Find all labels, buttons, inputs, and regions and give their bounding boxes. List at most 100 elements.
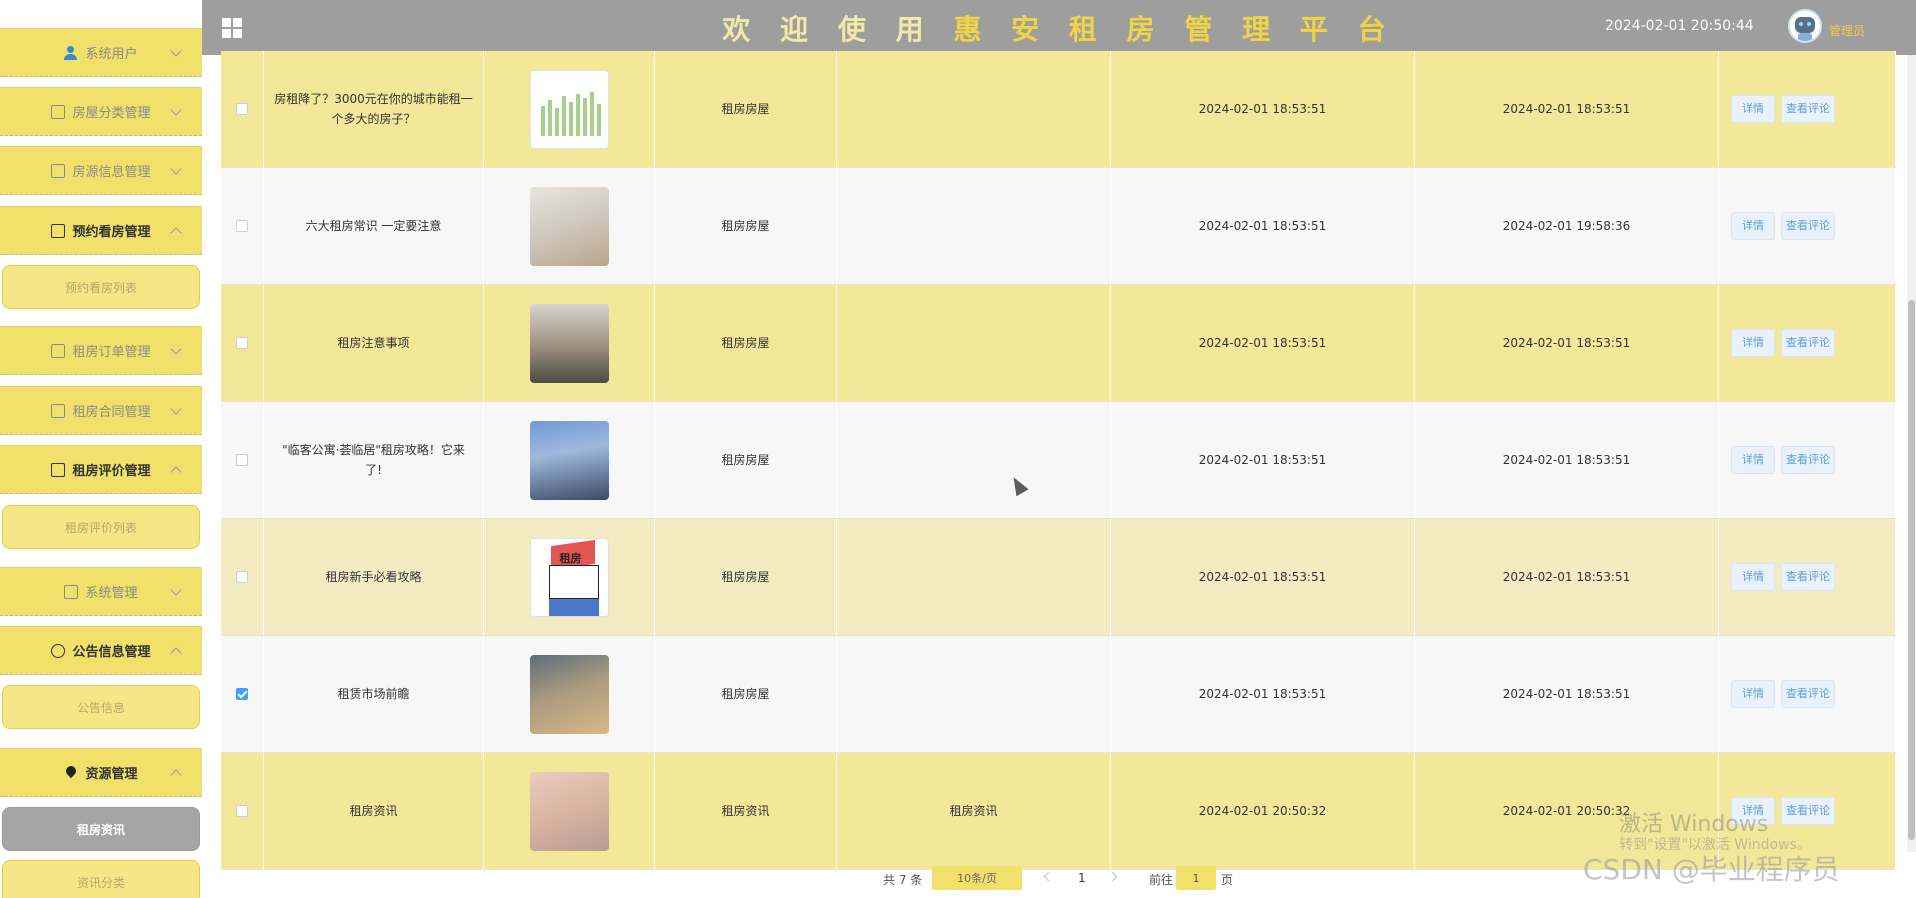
location-icon xyxy=(64,766,78,780)
view-comments-button[interactable]: 查看评论 xyxy=(1781,446,1835,474)
row-checkbox[interactable] xyxy=(236,103,248,115)
detail-button[interactable]: 详情 xyxy=(1731,446,1775,474)
scrollbar-thumb[interactable] xyxy=(1908,300,1915,840)
view-comments-button[interactable]: 查看评论 xyxy=(1781,212,1835,240)
menu-label: 系统管理 xyxy=(85,586,138,601)
news-category xyxy=(837,51,1111,167)
row-checkbox[interactable] xyxy=(236,220,248,232)
menu-viewing-appointments[interactable]: 预约看房管理 xyxy=(0,206,202,255)
news-category xyxy=(837,402,1111,518)
menu-house-info[interactable]: 房源信息管理 xyxy=(0,146,202,195)
table-row: "临客公寓·荟临居"租房攻略！它来了! 租房房屋 2024-02-01 18:5… xyxy=(221,402,1896,519)
row-checkbox[interactable] xyxy=(236,454,248,466)
edit-icon xyxy=(51,223,66,238)
submenu-announcement-info[interactable]: 公告信息 xyxy=(2,685,200,729)
csdn-watermark: CSDN @毕业程序员 xyxy=(1583,853,1840,886)
chevron-down-icon xyxy=(170,403,182,415)
room-photo xyxy=(529,771,609,851)
news-category xyxy=(837,519,1111,635)
menu-system-users[interactable]: 系统用户 xyxy=(0,28,202,77)
page-size-select[interactable]: 10条/页 xyxy=(932,866,1022,890)
submenu-viewing-list[interactable]: 预约看房列表 xyxy=(2,265,200,309)
news-type: 租房资讯 xyxy=(655,753,837,869)
goto-suffix: 页 xyxy=(1221,873,1234,887)
info-icon xyxy=(51,643,66,658)
menu-system-management[interactable]: 系统管理 xyxy=(0,567,202,616)
created-time: 2024-02-01 18:53:51 xyxy=(1111,285,1415,401)
detail-button[interactable]: 详情 xyxy=(1731,95,1775,123)
table-row: 租房新手必看攻略 租房 租房房屋 2024-02-01 18:53:51 202… xyxy=(221,519,1896,636)
row-checkbox[interactable] xyxy=(236,805,248,817)
updated-time: 2024-02-01 18:53:51 xyxy=(1415,402,1719,518)
menu-label: 租房订单管理 xyxy=(72,345,151,360)
news-category xyxy=(837,636,1111,752)
news-category xyxy=(837,168,1111,284)
user-icon xyxy=(64,45,78,60)
avatar[interactable] xyxy=(1788,9,1822,43)
row-checkbox[interactable] xyxy=(236,571,248,583)
news-type: 租房房屋 xyxy=(655,168,837,284)
edit-icon xyxy=(51,104,66,119)
chevron-down-icon xyxy=(170,163,182,175)
menu-label: 房源信息管理 xyxy=(72,165,151,180)
title-plain: 欢 迎 使 用 xyxy=(722,13,934,46)
news-title: 租房新手必看攻略 xyxy=(264,519,484,635)
submenu-review-list[interactable]: 租房评价列表 xyxy=(2,505,200,549)
image-icon xyxy=(64,584,79,599)
sidebar: 系统用户 房屋分类管理 房源信息管理 预约看房管理 预约看房列表 租房订单管理 … xyxy=(0,0,202,898)
current-datetime: 2024-02-01 20:50:44 xyxy=(1605,18,1754,34)
updated-time: 2024-02-01 18:53:51 xyxy=(1415,636,1719,752)
created-time: 2024-02-01 20:50:32 xyxy=(1111,753,1415,869)
menu-label: 预约看房管理 xyxy=(72,225,151,240)
house-illustration: 租房 xyxy=(529,537,609,617)
view-comments-button[interactable]: 查看评论 xyxy=(1781,95,1835,123)
menu-label: 系统用户 xyxy=(85,47,138,62)
news-table: 房租降了？3000元在你的城市能租一个多大的房子？ 租房房屋 2024-02-0… xyxy=(221,51,1896,870)
news-title: 房租降了？3000元在你的城市能租一个多大的房子？ xyxy=(264,51,484,167)
menu-rental-orders[interactable]: 租房订单管理 xyxy=(0,326,202,375)
menu-label: 资源管理 xyxy=(85,767,138,782)
row-checkbox[interactable] xyxy=(236,337,248,349)
news-type: 租房房屋 xyxy=(655,519,837,635)
news-category xyxy=(837,285,1111,401)
menu-announcements[interactable]: 公告信息管理 xyxy=(0,626,202,675)
menu-resources[interactable]: 资源管理 xyxy=(0,748,202,797)
news-type: 租房房屋 xyxy=(655,636,837,752)
page-number[interactable]: 1 xyxy=(1078,871,1086,885)
row-checkbox[interactable] xyxy=(236,688,248,700)
menu-rental-contracts[interactable]: 租房合同管理 xyxy=(0,386,202,435)
detail-button[interactable]: 详情 xyxy=(1731,329,1775,357)
title-highlight: 惠 安 xyxy=(953,13,1050,46)
menu-house-category[interactable]: 房屋分类管理 xyxy=(0,87,202,136)
table-row: 六大租房常识 一定要注意 租房房屋 2024-02-01 18:53:51 20… xyxy=(221,168,1896,285)
news-title: 租房资讯 xyxy=(264,753,484,869)
view-comments-button[interactable]: 查看评论 xyxy=(1781,563,1835,591)
prev-page-icon[interactable] xyxy=(1043,871,1054,882)
detail-button[interactable]: 详情 xyxy=(1731,680,1775,708)
detail-button[interactable]: 详情 xyxy=(1731,212,1775,240)
next-page-icon[interactable] xyxy=(1107,871,1118,882)
edit-icon xyxy=(51,462,66,477)
chart-thumbnail xyxy=(529,69,609,149)
building-photo xyxy=(529,420,609,500)
view-comments-button[interactable]: 查看评论 xyxy=(1781,680,1835,708)
detail-button[interactable]: 详情 xyxy=(1731,563,1775,591)
chevron-down-icon xyxy=(170,104,182,116)
table-row: 房租降了？3000元在你的城市能租一个多大的房子？ 租房房屋 2024-02-0… xyxy=(221,51,1896,168)
bedroom-photo xyxy=(529,186,609,266)
chevron-up-icon xyxy=(170,769,182,781)
view-comments-button[interactable]: 查看评论 xyxy=(1781,329,1835,357)
user-role-label[interactable]: 管理员 xyxy=(1829,22,1865,39)
edit-icon xyxy=(51,163,66,178)
goto-page-input[interactable]: 1 xyxy=(1176,866,1216,890)
top-header: 欢 迎 使 用 惠 安 租 房 管 理 平 台 2024-02-01 20:50… xyxy=(202,0,1916,55)
chevron-down-icon xyxy=(170,584,182,596)
submenu-rental-news[interactable]: 租房资讯 xyxy=(2,807,200,851)
updated-time: 2024-02-01 18:53:51 xyxy=(1415,519,1719,635)
menu-rental-reviews[interactable]: 租房评价管理 xyxy=(0,445,202,494)
news-title: "临客公寓·荟临居"租房攻略！它来了! xyxy=(264,402,484,518)
view-comments-button[interactable]: 查看评论 xyxy=(1781,797,1835,825)
updated-time: 2024-02-01 18:53:51 xyxy=(1415,51,1719,167)
news-category: 租房资讯 xyxy=(837,753,1111,869)
chevron-up-icon xyxy=(170,647,182,659)
